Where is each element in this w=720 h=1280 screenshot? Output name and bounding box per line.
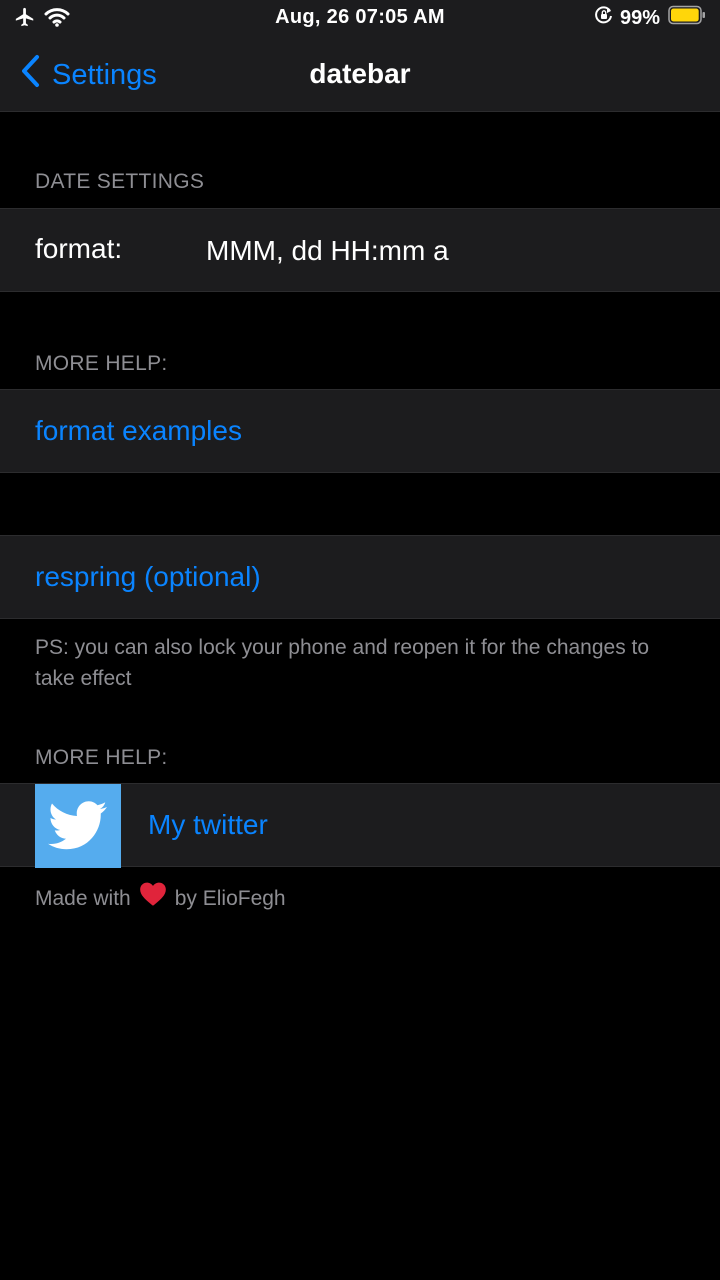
made-with-footer: Made with by ElioFegh — [35, 881, 685, 916]
heart-icon — [139, 881, 167, 916]
screen: Aug, 26 07:05 AM 99% Settings datebar DA… — [0, 0, 720, 1280]
respring-cell[interactable]: respring (optional) — [0, 535, 720, 619]
section-header-more-help-2: MORE HELP: — [35, 746, 168, 769]
made-with-suffix: by ElioFegh — [174, 887, 286, 910]
twitter-icon — [35, 784, 121, 868]
navigation-bar: Settings datebar — [0, 36, 720, 112]
respring-button[interactable]: respring (optional) — [35, 561, 261, 593]
format-examples-cell[interactable]: format examples — [0, 389, 720, 473]
status-bar: Aug, 26 07:05 AM 99% — [0, 0, 720, 36]
page-title: datebar — [309, 58, 411, 89]
section-header-date-settings: DATE SETTINGS — [35, 170, 205, 193]
twitter-cell[interactable]: My twitter — [0, 783, 720, 868]
made-with-prefix: Made with — [35, 887, 131, 910]
section-header-more-help: MORE HELP: — [35, 352, 168, 375]
battery-icon — [668, 5, 706, 31]
respring-footer: PS: you can also lock your phone and reo… — [35, 636, 650, 690]
status-right: 99% — [594, 5, 706, 31]
format-cell: format: — [0, 208, 720, 292]
rotation-lock-icon — [594, 5, 614, 31]
format-field[interactable] — [206, 235, 686, 267]
format-label: format: — [35, 233, 123, 264]
twitter-link[interactable]: My twitter — [148, 809, 268, 841]
battery-percent: 99% — [619, 6, 660, 29]
format-examples-link[interactable]: format examples — [35, 415, 242, 447]
